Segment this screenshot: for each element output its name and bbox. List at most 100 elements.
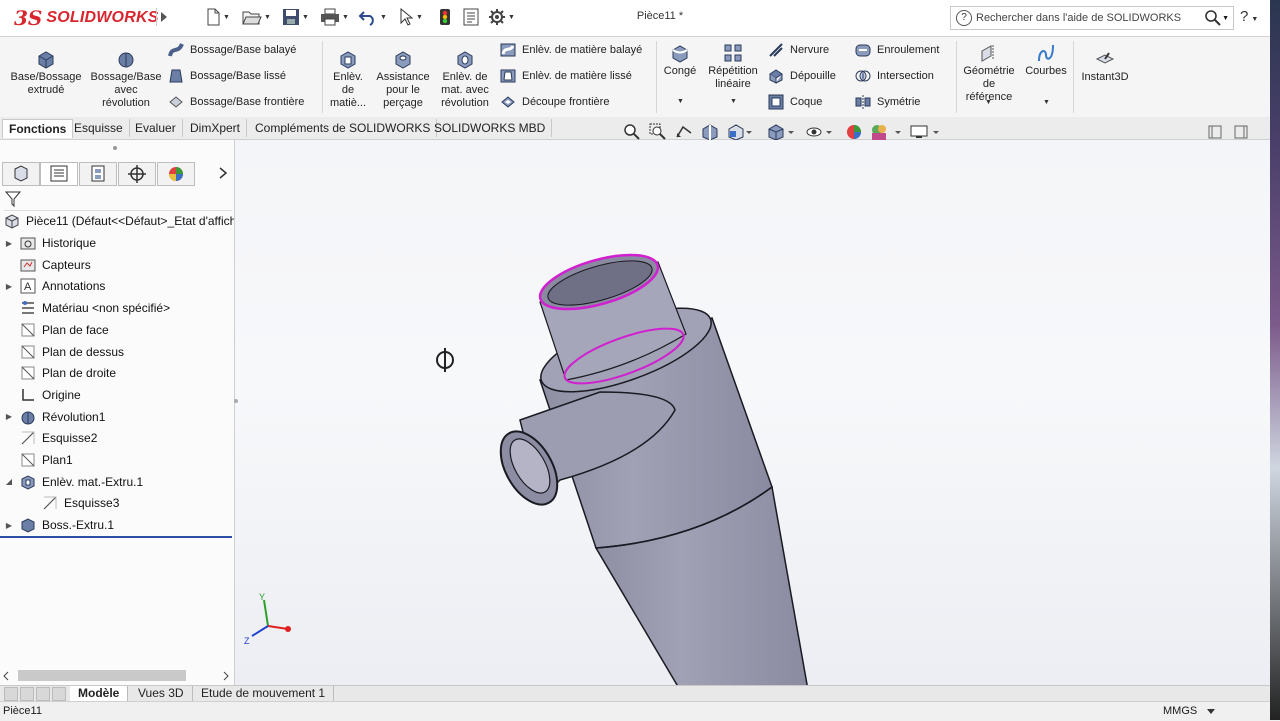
tree-item[interactable]: Plan de dessus bbox=[4, 342, 124, 362]
units-selector[interactable]: MMGS bbox=[1163, 705, 1197, 717]
tab-solidworks-addins[interactable]: Compléments de SOLIDWORKS bbox=[249, 119, 438, 137]
linear-pattern-button[interactable]: Répétition linéaire bbox=[704, 43, 762, 91]
hide-show-dropdown-icon[interactable] bbox=[825, 123, 833, 141]
boss-extrude-button[interactable]: Base/Bossage extrudé bbox=[8, 49, 84, 97]
tree-item[interactable]: Plan1 bbox=[4, 450, 73, 470]
edit-appearance-icon[interactable] bbox=[845, 123, 863, 141]
tree-item[interactable]: ◢ Enlèv. mat.-Extru.1 bbox=[4, 472, 143, 492]
open-document-button[interactable]: ▼ bbox=[242, 8, 271, 26]
scroll-thumb[interactable] bbox=[18, 670, 186, 681]
tab-sketch[interactable]: Esquisse bbox=[68, 119, 130, 137]
part-model[interactable]: Y Z bbox=[235, 140, 1270, 685]
view-orientation-dropdown-icon[interactable] bbox=[745, 123, 753, 141]
tree-item[interactable]: Esquisse2 bbox=[4, 428, 97, 448]
collapse-panel-icon[interactable] bbox=[1206, 123, 1224, 141]
options-button[interactable]: ▼ bbox=[488, 8, 515, 26]
boss-swept-button[interactable]: Bossage/Base balayé bbox=[168, 41, 296, 59]
tab-solidworks-mbd[interactable]: SOLIDWORKS MBD bbox=[428, 119, 553, 137]
curves-button[interactable]: Courbes bbox=[1022, 43, 1070, 78]
tree-filter[interactable] bbox=[4, 190, 232, 211]
scroll-right-icon[interactable] bbox=[222, 671, 230, 681]
units-dropdown-icon[interactable] bbox=[1206, 708, 1216, 716]
help-search-field[interactable]: ? Rechercher dans l'aide de SOLIDWORKS ▼ bbox=[950, 6, 1234, 30]
feature-manager-tab[interactable] bbox=[2, 162, 40, 186]
tree-item[interactable]: ▶ Boss.-Extru.1 bbox=[4, 515, 114, 535]
intersect-button[interactable]: Intersection bbox=[855, 67, 934, 85]
linear-pattern-dropdown-icon[interactable]: ▼ bbox=[730, 98, 737, 105]
view-orientation-icon[interactable] bbox=[727, 123, 745, 141]
hide-show-items-icon[interactable] bbox=[805, 123, 823, 141]
expand-arrow-icon[interactable]: ▶ bbox=[4, 282, 14, 291]
undo-button[interactable]: ▼ bbox=[358, 8, 387, 26]
tree-item[interactable]: Matériau <non spécifié> bbox=[4, 298, 170, 318]
help-button[interactable]: ? ▼ bbox=[1240, 8, 1258, 25]
display-style-icon[interactable] bbox=[767, 123, 785, 141]
property-manager-tab[interactable] bbox=[40, 162, 78, 186]
rib-button[interactable]: Nervure bbox=[768, 41, 829, 59]
section-view-icon[interactable] bbox=[701, 123, 719, 141]
cut-boundary-button[interactable]: Découpe frontière bbox=[500, 93, 609, 111]
view-settings-dropdown-icon[interactable] bbox=[932, 123, 940, 141]
file-properties-button[interactable] bbox=[462, 8, 480, 26]
expand-arrow-icon[interactable]: ▶ bbox=[4, 239, 14, 248]
zoom-to-fit-icon[interactable] bbox=[623, 123, 641, 141]
graphics-area[interactable]: Y Z bbox=[235, 140, 1270, 685]
reference-geometry-dropdown-icon[interactable]: ▼ bbox=[985, 99, 992, 106]
scroll-left-icon[interactable] bbox=[2, 671, 10, 681]
reference-geometry-button[interactable]: Géométrie de référence bbox=[960, 43, 1018, 104]
tree-item[interactable]: Origine bbox=[4, 385, 81, 405]
chevron-right-icon[interactable] bbox=[217, 166, 229, 180]
panel-grip-icon[interactable] bbox=[111, 144, 119, 152]
tree-item[interactable]: Capteurs bbox=[4, 255, 91, 275]
tree-item[interactable]: Plan de face bbox=[4, 320, 109, 340]
tab-features[interactable]: Fonctions bbox=[2, 119, 74, 138]
save-button[interactable]: ▼ bbox=[282, 8, 309, 26]
draft-button[interactable]: Dépouille bbox=[768, 67, 836, 85]
expand-menu-arrow[interactable] bbox=[156, 8, 171, 26]
search-icon[interactable] bbox=[1204, 9, 1222, 27]
tab-model[interactable]: Modèle bbox=[70, 686, 129, 701]
fillet-button[interactable]: Congé bbox=[660, 43, 700, 78]
solidworks-logo[interactable]: 3S SOLIDWORKS bbox=[14, 6, 159, 30]
search-dropdown-icon[interactable]: ▼ bbox=[1222, 15, 1229, 22]
apply-scene-icon[interactable] bbox=[870, 123, 888, 141]
tree-item[interactable]: Esquisse3 bbox=[26, 493, 119, 513]
tree-item[interactable]: Plan de droite bbox=[4, 363, 116, 383]
display-style-dropdown-icon[interactable] bbox=[787, 123, 795, 141]
tab-scroll-buttons[interactable] bbox=[4, 687, 66, 701]
tab-3d-views[interactable]: Vues 3D bbox=[130, 686, 193, 701]
horizontal-scrollbar[interactable] bbox=[0, 668, 234, 684]
shell-button[interactable]: Coque bbox=[768, 93, 822, 111]
dimxpert-manager-tab[interactable] bbox=[118, 162, 156, 186]
previous-view-icon[interactable] bbox=[675, 123, 693, 141]
expand-arrow-icon[interactable]: ▶ bbox=[4, 412, 14, 421]
tree-root-part[interactable]: Pièce11 (Défaut<<Défaut>_Etat d'affich bbox=[4, 211, 234, 231]
hole-wizard-button[interactable]: Assistance pour le perçage bbox=[372, 49, 434, 110]
curves-dropdown-icon[interactable]: ▼ bbox=[1043, 99, 1050, 106]
tree-item[interactable]: ▶ Historique bbox=[4, 233, 96, 253]
select-button[interactable]: ▼ bbox=[398, 8, 423, 26]
cut-swept-button[interactable]: Enlèv. de matière balayé bbox=[500, 41, 642, 59]
tab-evaluate[interactable]: Evaluer bbox=[129, 119, 183, 137]
mirror-button[interactable]: Symétrie bbox=[855, 93, 920, 111]
expand-arrow-icon[interactable]: ▶ bbox=[4, 521, 14, 530]
collapse-arrow-icon[interactable]: ◢ bbox=[4, 477, 14, 486]
cut-revolve-button[interactable]: Enlèv. de mat. avec révolution bbox=[436, 49, 494, 110]
configuration-manager-tab[interactable] bbox=[79, 162, 117, 186]
display-manager-tab[interactable] bbox=[157, 162, 195, 186]
tab-dimxpert[interactable]: DimXpert bbox=[184, 119, 248, 137]
expand-panel-icon[interactable] bbox=[1232, 123, 1250, 141]
print-button[interactable]: ▼ bbox=[320, 8, 349, 26]
wrap-button[interactable]: Enroulement bbox=[855, 41, 939, 59]
boss-revolve-button[interactable]: Bossage/Base avec révolution bbox=[88, 49, 164, 110]
tree-item[interactable]: ▶ Révolution1 bbox=[4, 407, 105, 427]
rebuild-button[interactable] bbox=[438, 8, 452, 26]
cut-extrude-button[interactable]: Enlèv. de matiè... bbox=[328, 49, 368, 110]
boss-boundary-button[interactable]: Bossage/Base frontière bbox=[168, 93, 304, 111]
view-settings-icon[interactable] bbox=[910, 123, 928, 141]
fillet-dropdown-icon[interactable]: ▼ bbox=[677, 98, 684, 105]
boss-loft-button[interactable]: Bossage/Base lissé bbox=[168, 67, 286, 85]
cut-loft-button[interactable]: Enlèv. de matière lissé bbox=[500, 67, 632, 85]
tree-item[interactable]: ▶ A Annotations bbox=[4, 276, 105, 296]
new-document-button[interactable]: ▼ bbox=[205, 8, 230, 26]
